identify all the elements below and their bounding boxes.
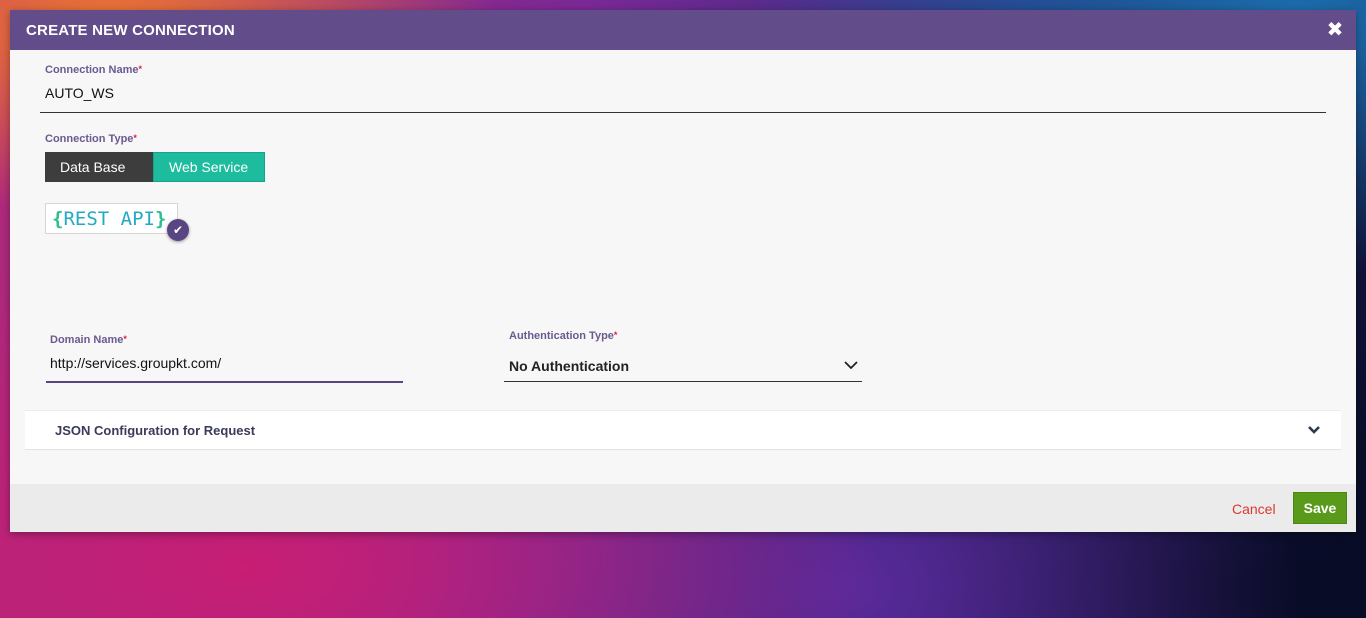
modal-footer: Cancel Save xyxy=(10,484,1356,532)
chevron-down-icon[interactable] xyxy=(843,359,859,371)
required-mark: * xyxy=(613,330,618,340)
modal-title: CREATE NEW CONNECTION xyxy=(26,22,235,39)
domain-name-label: Domain Name* xyxy=(50,334,127,346)
domain-name-underline xyxy=(46,381,403,383)
auth-type-underline xyxy=(504,381,862,382)
create-connection-modal: CREATE NEW CONNECTION ✖ Connection Name*… xyxy=(10,10,1356,532)
required-mark: * xyxy=(138,64,143,74)
json-config-accordion[interactable]: JSON Configuration for Request xyxy=(25,410,1341,450)
data-base-option[interactable]: Data Base xyxy=(45,152,153,182)
rest-api-option-card[interactable]: {REST API} xyxy=(45,203,178,234)
json-config-title: JSON Configuration for Request xyxy=(55,423,256,438)
auth-type-label: Authentication Type* xyxy=(509,330,617,342)
rest-api-label: REST API xyxy=(63,208,155,230)
close-icon[interactable]: ✖ xyxy=(1326,20,1344,40)
required-mark: * xyxy=(123,334,127,344)
open-brace: { xyxy=(52,208,64,230)
connection-name-underline xyxy=(40,112,1326,113)
auth-type-label-text: Authentication Type xyxy=(509,330,614,342)
modal-header: CREATE NEW CONNECTION ✖ xyxy=(10,10,1356,50)
connection-name-label-text: Connection Name xyxy=(45,64,139,76)
connection-type-label: Connection Type* xyxy=(45,133,137,145)
domain-name-label-text: Domain Name xyxy=(50,334,124,346)
connection-type-toggle: Data Base Web Service xyxy=(45,152,265,182)
close-brace: } xyxy=(154,208,167,230)
web-service-option[interactable]: Web Service xyxy=(153,152,265,182)
save-button[interactable]: Save xyxy=(1293,492,1347,524)
required-mark: * xyxy=(133,133,137,143)
connection-type-label-text: Connection Type xyxy=(45,133,134,145)
domain-name-input[interactable] xyxy=(50,354,400,372)
auth-type-select[interactable]: No Authentication xyxy=(509,358,629,374)
connection-name-input[interactable] xyxy=(45,84,1325,102)
chevron-down-icon[interactable] xyxy=(1307,424,1321,436)
check-icon: ✔ xyxy=(167,219,189,241)
cancel-button[interactable]: Cancel xyxy=(1232,501,1276,517)
connection-name-label: Connection Name* xyxy=(45,64,142,76)
